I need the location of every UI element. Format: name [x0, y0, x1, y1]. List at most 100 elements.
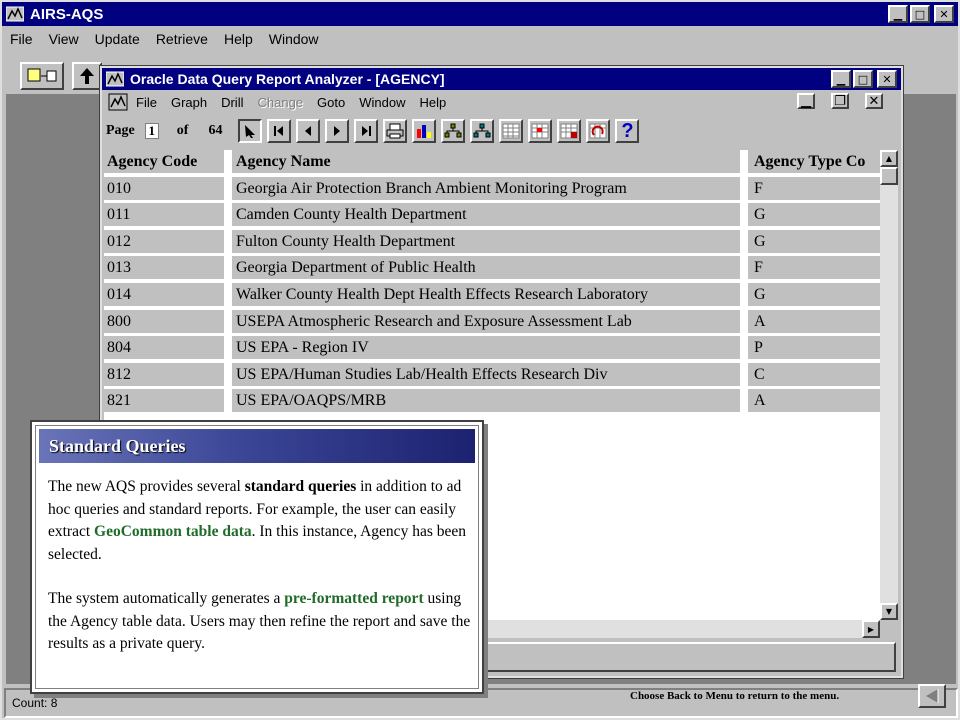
help-icon[interactable]: ? [615, 119, 640, 143]
document-icon[interactable] [108, 93, 128, 111]
page-number-field[interactable]: 1 [144, 123, 159, 139]
doc-restore-button[interactable]: ❐ [831, 93, 849, 109]
of-label: of [176, 123, 189, 138]
scroll-down-icon[interactable]: ▼ [880, 603, 898, 620]
callout-title: Standard Queries [39, 429, 475, 463]
pointer-icon[interactable] [238, 119, 263, 143]
table-row[interactable]: 010 Georgia Air Protection Branch Ambien… [104, 176, 880, 200]
print-icon[interactable] [383, 119, 408, 143]
analyzer-minimize-button[interactable]: ▁ [831, 70, 851, 88]
up-arrow-icon[interactable] [72, 62, 102, 90]
cell-agency-code: 011 [104, 203, 224, 227]
analyzer-titlebar[interactable]: Oracle Data Query Report Analyzer - [AGE… [102, 68, 901, 90]
cell-agency-type: F [748, 256, 880, 280]
cell-agency-type: G [748, 203, 880, 227]
analyzer-maximize-button[interactable]: □ [853, 70, 873, 88]
col-header-agency-type[interactable]: Agency Type Co [748, 150, 880, 173]
menu-retrieve[interactable]: Retrieve [156, 31, 208, 47]
record-count: Count: 8 [12, 696, 58, 710]
table-row[interactable]: 812 US EPA/Human Studies Lab/Health Effe… [104, 362, 880, 386]
analyzer-title: Oracle Data Query Report Analyzer - [AGE… [130, 71, 445, 87]
first-page-icon[interactable] [267, 119, 292, 143]
table-row[interactable]: 013 Georgia Department of Public Health … [104, 256, 880, 280]
cell-agency-type: C [748, 362, 880, 386]
table-row[interactable]: 800 USEPA Atmospheric Research and Expos… [104, 309, 880, 333]
table-row[interactable]: 012 Fulton County Health Department G [104, 229, 880, 253]
cell-agency-type: A [748, 389, 880, 413]
cell-agency-name: US EPA/Human Studies Lab/Health Effects … [232, 362, 740, 386]
scroll-right-icon[interactable]: ▶ [862, 620, 880, 638]
menu-file[interactable]: File [10, 31, 33, 47]
cell-agency-type: G [748, 283, 880, 306]
table-row[interactable]: 804 US EPA - Region IV P [104, 336, 880, 360]
cell-agency-name: Walker County Health Dept Health Effects… [232, 283, 740, 306]
minimize-button[interactable]: ▁ [888, 5, 908, 23]
analyzer-menu-drill[interactable]: Drill [221, 95, 243, 110]
cell-agency-name: Georgia Department of Public Health [232, 256, 740, 280]
menu-help[interactable]: Help [224, 31, 253, 47]
col-header-agency-name[interactable]: Agency Name [232, 150, 740, 173]
table-header-row: Agency Code Agency Name Agency Type Co [104, 150, 880, 173]
cell-agency-code: 014 [104, 283, 224, 306]
table-row[interactable]: 821 US EPA/OAQPS/MRB A [104, 389, 880, 413]
page-label: Page [106, 123, 135, 138]
analyzer-close-button[interactable]: ✕ [877, 70, 897, 88]
cell-agency-name: USEPA Atmospheric Research and Exposure … [232, 309, 740, 333]
cell-agency-type: P [748, 336, 880, 360]
connect-icon[interactable] [20, 62, 64, 90]
next-page-icon[interactable] [325, 119, 350, 143]
cell-agency-code: 804 [104, 336, 224, 360]
app-icon [6, 6, 24, 22]
back-to-menu-hint: Choose Back to Menu to return to the men… [630, 690, 840, 702]
analyzer-menu-window[interactable]: Window [359, 95, 405, 110]
menu-view[interactable]: View [49, 31, 79, 47]
cell-agency-code: 013 [104, 256, 224, 280]
query-toolbar: Page 1 of 64 ? [102, 114, 901, 148]
analyzer-menu-help[interactable]: Help [419, 95, 446, 110]
cell-agency-code: 812 [104, 362, 224, 386]
format-icon[interactable] [557, 119, 582, 143]
analyzer-menu-change: Change [257, 94, 304, 110]
analyzer-app-icon [106, 71, 124, 87]
scroll-up-icon[interactable]: ▲ [880, 150, 898, 167]
callout-body: The new AQS provides several standard qu… [48, 476, 474, 678]
drill-down-icon[interactable] [441, 119, 466, 143]
scroll-thumb[interactable] [880, 167, 898, 185]
callout-paragraph-2: The system automatically generates a pre… [48, 590, 471, 652]
analyzer-menu-goto[interactable]: Goto [317, 95, 345, 110]
menu-update[interactable]: Update [95, 31, 140, 47]
close-button[interactable]: ✕ [934, 5, 954, 23]
table-row[interactable]: 011 Camden County Health Department G [104, 203, 880, 227]
app-menubar: File View Update Retrieve Help Window [2, 26, 958, 52]
cell-agency-name: Camden County Health Department [232, 203, 740, 227]
doc-close-button[interactable]: ✕ [865, 93, 883, 109]
analyzer-menu-file[interactable]: File [136, 95, 157, 110]
refresh-icon[interactable] [586, 119, 611, 143]
cell-agency-name: Georgia Air Protection Branch Ambient Mo… [232, 176, 740, 200]
cell-agency-code: 010 [104, 176, 224, 200]
last-page-icon[interactable] [354, 119, 379, 143]
callout-paragraph-1: The new AQS provides several standard qu… [48, 478, 466, 563]
cell-agency-code: 821 [104, 389, 224, 413]
cell-agency-code: 800 [104, 309, 224, 333]
doc-minimize-button[interactable]: ▁ [797, 93, 815, 109]
analyzer-menubar: File Graph Drill Change Goto Window Help… [102, 90, 901, 114]
cell-agency-name: Fulton County Health Department [232, 229, 740, 253]
standard-queries-callout: Standard Queries The new AQS provides se… [30, 420, 484, 694]
pivot-icon[interactable] [528, 119, 553, 143]
drill-up-icon[interactable] [470, 119, 495, 143]
app-titlebar[interactable]: AIRS-AQS ▁ □ ✕ [2, 2, 958, 26]
table-row[interactable]: 014 Walker County Health Dept Health Eff… [104, 283, 880, 306]
menu-window[interactable]: Window [269, 31, 319, 47]
table-icon[interactable] [499, 119, 524, 143]
col-header-agency-code[interactable]: Agency Code [104, 150, 224, 173]
vertical-scrollbar[interactable]: ▲ ▼ [880, 150, 898, 620]
app-title: AIRS-AQS [30, 5, 104, 23]
cell-agency-name: US EPA - Region IV [232, 336, 740, 360]
cell-agency-type: G [748, 229, 880, 253]
prev-page-icon[interactable] [296, 119, 321, 143]
bar-chart-icon[interactable] [412, 119, 437, 143]
back-arrow-icon[interactable] [918, 684, 946, 708]
maximize-button[interactable]: □ [910, 5, 930, 23]
analyzer-menu-graph[interactable]: Graph [171, 95, 207, 110]
